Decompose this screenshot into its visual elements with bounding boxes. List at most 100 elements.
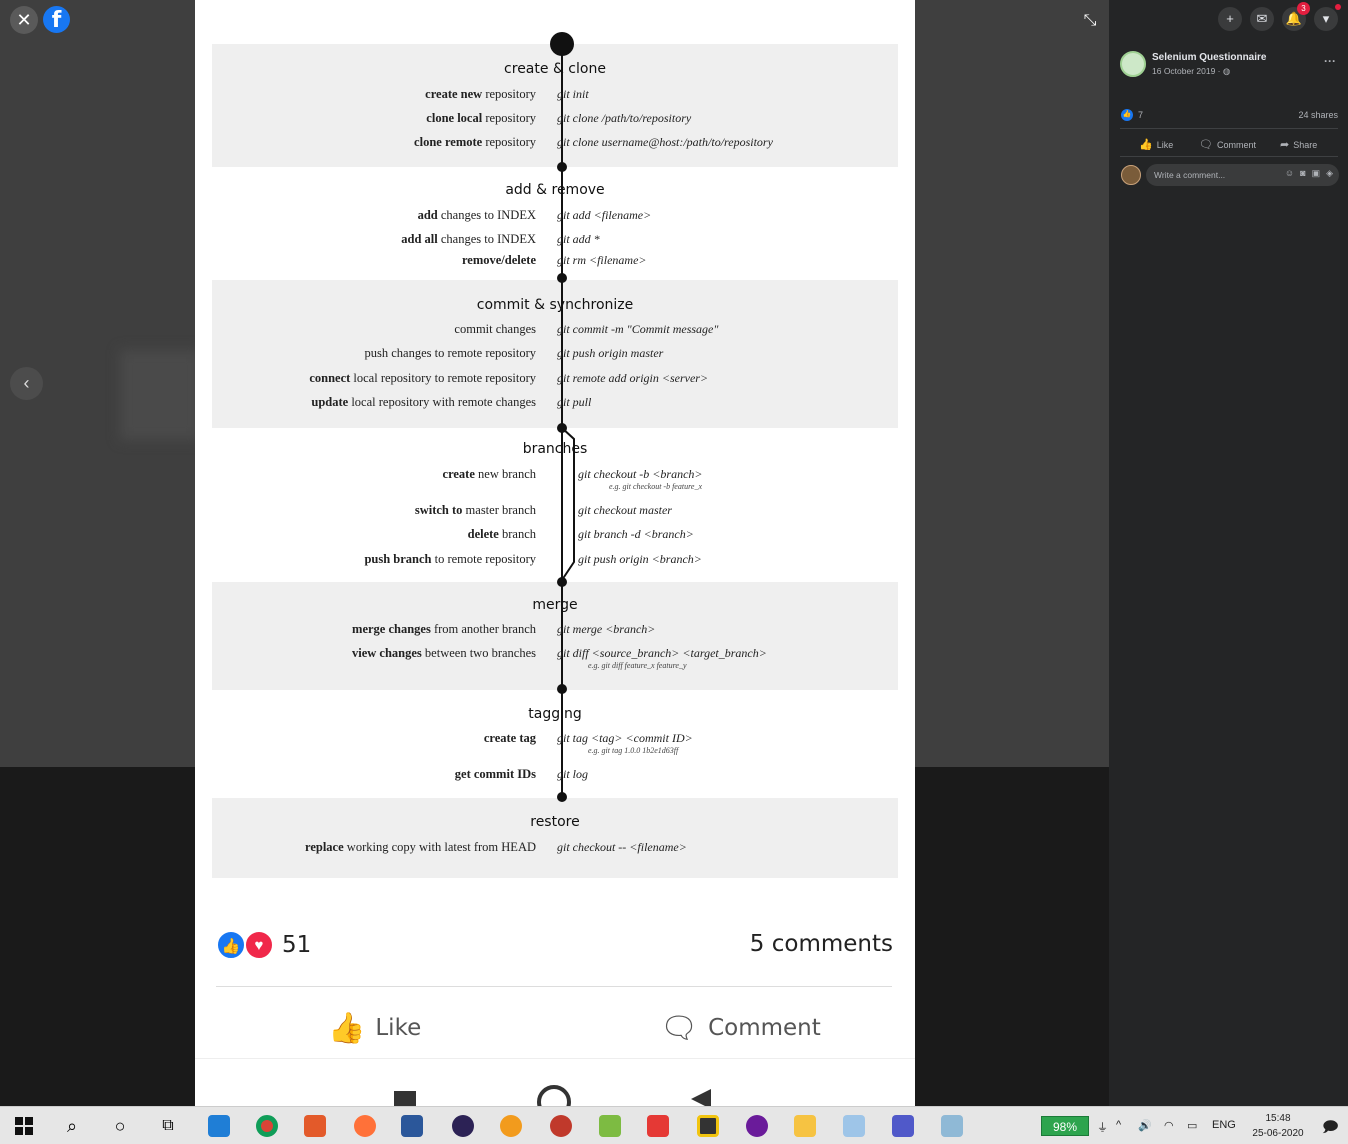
messenger-icon[interactable]: ✉	[1250, 7, 1274, 31]
command-example: e.g. git tag 1.0.0 1b2e1d63ff	[588, 746, 679, 755]
battery-icon[interactable]: ▭	[1187, 1119, 1197, 1132]
command-description: commit changes	[454, 322, 536, 336]
sticker-icon[interactable]: ◈	[1326, 168, 1333, 179]
timeline-dot	[557, 684, 567, 694]
teams-icon[interactable]	[883, 1107, 923, 1144]
comments-count-link[interactable]: 5 comments	[750, 931, 893, 957]
home-icon	[537, 1085, 571, 1106]
previous-photo-button[interactable]: ‹	[10, 367, 43, 400]
start-button[interactable]	[4, 1107, 44, 1144]
app-icon[interactable]	[491, 1107, 531, 1144]
app-icon[interactable]	[932, 1107, 972, 1144]
panel-like-button[interactable]: 👍 Like	[1139, 138, 1173, 151]
notifications-bell-icon[interactable]: 🔔 3	[1282, 2, 1310, 31]
command-keyword: merge changes	[352, 622, 431, 636]
panel-comment-button[interactable]: 🗨 Comment	[1199, 138, 1256, 151]
git-cheat-sheet: create & clone create new repository git i…	[212, 32, 898, 878]
comment-input[interactable]: Write a comment... ☺ ◙ ▣ ◈	[1146, 164, 1339, 186]
command-description: get commit IDs	[455, 767, 536, 782]
like-reaction-icon: 👍	[1121, 109, 1133, 121]
command-description: remove/delete	[462, 253, 536, 268]
command-description: view changes between two branches	[352, 646, 536, 660]
app-icon[interactable]	[541, 1107, 581, 1144]
language-indicator[interactable]: ENG	[1212, 1119, 1236, 1131]
command-keyword: create	[442, 467, 475, 481]
git-command: git tag <tag> <commit ID>	[557, 731, 693, 745]
app-icon[interactable]	[638, 1107, 678, 1144]
back-icon	[691, 1089, 711, 1106]
edge-icon[interactable]	[199, 1107, 239, 1144]
panel-like-label: Like	[1156, 139, 1174, 150]
exit-fullscreen-icon[interactable]: ⤡	[1079, 10, 1101, 32]
reactions-summary[interactable]: 👍 ♥ 51	[216, 930, 311, 960]
thumbs-up-icon: 👍	[1139, 139, 1153, 151]
app-icon[interactable]	[737, 1107, 777, 1144]
action-center-icon[interactable]: 🗩	[1322, 1117, 1339, 1142]
command-description: push branch to remote repository	[364, 552, 536, 566]
git-command: git add <filename>	[557, 208, 652, 222]
camera-icon[interactable]: ◙	[1300, 168, 1305, 179]
more-options-icon[interactable]: ···	[1324, 54, 1336, 68]
comment-tools: ☺ ◙ ▣ ◈	[1285, 168, 1333, 179]
show-hidden-icons-chevron-icon[interactable]: ^	[1116, 1119, 1121, 1131]
share-count[interactable]: 24 shares	[1298, 110, 1338, 120]
search-icon[interactable]: ⌕	[52, 1107, 92, 1144]
battery-indicator[interactable]: 98%	[1041, 1116, 1089, 1136]
plus-icon[interactable]: +	[1218, 7, 1242, 31]
branch-line	[561, 427, 575, 581]
post-date[interactable]: 16 October 2019 · ◍	[1152, 66, 1230, 77]
command-description: clone local repository	[426, 111, 536, 125]
facebook-logo-icon[interactable]: f	[43, 6, 70, 33]
app-icon[interactable]	[688, 1107, 728, 1144]
command-description: push changes to remote repository	[364, 346, 536, 360]
timeline-dot	[557, 577, 567, 587]
alert-dot	[1335, 4, 1341, 10]
emoji-icon[interactable]: ☺	[1285, 168, 1294, 179]
gif-icon[interactable]: ▣	[1312, 168, 1321, 179]
file-explorer-icon[interactable]	[785, 1107, 825, 1144]
like-label: Like	[375, 1015, 422, 1041]
firefox-icon[interactable]	[345, 1107, 385, 1144]
git-command: git remote add origin <server>	[557, 371, 709, 385]
cortana-icon[interactable]: ○	[100, 1107, 140, 1144]
word-icon[interactable]	[392, 1107, 432, 1144]
close-icon[interactable]: ✕	[10, 6, 38, 34]
volume-icon[interactable]: 🔊	[1138, 1119, 1152, 1132]
page-avatar[interactable]	[1120, 51, 1146, 77]
git-command: git push origin <branch>	[578, 552, 702, 566]
post-photo: create & clone create new repository git i…	[195, 0, 915, 1106]
post-date-text: 16 October 2019 ·	[1152, 66, 1223, 76]
section-title: tagging	[528, 706, 582, 722]
power-plug-icon[interactable]: ⏚	[1097, 1119, 1108, 1135]
git-command: git pull	[557, 395, 592, 409]
timeline-dot	[557, 162, 567, 172]
like-button[interactable]: 👍 Like	[328, 1008, 421, 1048]
section-title: restore	[530, 814, 580, 830]
app-icon[interactable]	[590, 1107, 630, 1144]
command-keyword: connect	[309, 371, 351, 385]
chrome-icon[interactable]	[247, 1107, 287, 1144]
app-icon[interactable]	[295, 1107, 335, 1144]
account-menu-chevron-icon[interactable]: ▾	[1314, 4, 1341, 31]
reaction-count: 51	[282, 932, 312, 958]
section-title: add & remove	[505, 182, 605, 198]
photo-viewer: ✕ f ‹ ⤡ create & clone create new reposit…	[0, 0, 1109, 1106]
eclipse-icon[interactable]	[443, 1107, 483, 1144]
divider	[1120, 156, 1338, 157]
page-name-link[interactable]: Selenium Questionnaire	[1152, 52, 1266, 63]
clock[interactable]: 15:48 25-06-2020	[1244, 1111, 1312, 1141]
like-count[interactable]: 7	[1138, 110, 1143, 120]
speech-bubble-icon: 🗨	[660, 1010, 699, 1046]
wifi-icon[interactable]: ◠	[1164, 1119, 1174, 1132]
command-description: create new repository	[425, 87, 536, 101]
comment-button[interactable]: 🗨 Comment	[660, 1008, 821, 1048]
git-command: git commit -m "Commit message"	[557, 322, 719, 336]
task-view-icon[interactable]: ⧉	[148, 1107, 188, 1144]
panel-share-button[interactable]: ➦ Share	[1280, 138, 1317, 151]
timeline-dot	[557, 792, 567, 802]
app-icon[interactable]	[834, 1107, 874, 1144]
comment-placeholder: Write a comment...	[1154, 170, 1226, 180]
panel-share-label: Share	[1293, 139, 1318, 150]
avatar[interactable]	[1121, 165, 1141, 185]
git-command: git clone /path/to/repository	[557, 111, 692, 125]
